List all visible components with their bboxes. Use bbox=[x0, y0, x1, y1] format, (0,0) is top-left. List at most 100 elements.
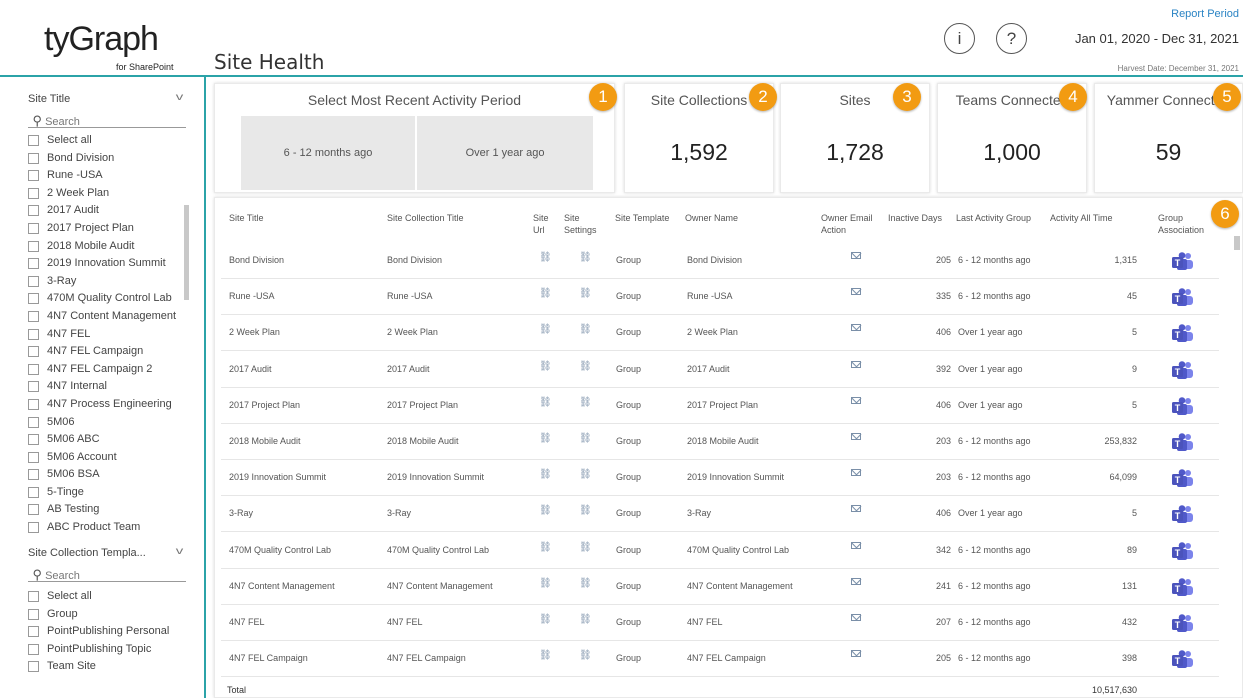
slicer-option[interactable]: 4N7 Process Engineering bbox=[28, 396, 186, 414]
checkbox[interactable] bbox=[28, 293, 39, 305]
slicer-option[interactable]: 4N7 Internal bbox=[28, 378, 186, 396]
table-row[interactable]: Bond Division Bond Division Group Bond Divi… bbox=[221, 244, 1219, 279]
site-settings-link-icon[interactable]: ⛓ bbox=[579, 614, 592, 625]
col-header-group-association[interactable]: Group Association bbox=[1158, 212, 1213, 236]
site-settings-link-icon[interactable]: ⛓ bbox=[579, 433, 592, 444]
checkbox[interactable] bbox=[28, 416, 39, 428]
slicer-option[interactable]: 4N7 FEL Campaign bbox=[28, 343, 186, 361]
slicer-option[interactable]: ABC Product Team bbox=[28, 519, 186, 537]
checkbox[interactable] bbox=[28, 469, 39, 481]
table-row[interactable]: 2018 Mobile Audit 2018 Mobile Audit Group 2… bbox=[221, 425, 1219, 460]
slicer-option[interactable]: 4N7 FEL Campaign 2 bbox=[28, 361, 186, 379]
site-url-link-icon[interactable]: ⛓ bbox=[539, 288, 552, 299]
email-icon[interactable] bbox=[851, 541, 861, 549]
checkbox[interactable] bbox=[28, 661, 39, 673]
checkbox[interactable] bbox=[28, 522, 39, 534]
table-row[interactable]: 470M Quality Control Lab 470M Quality Con… bbox=[221, 534, 1219, 569]
site-settings-link-icon[interactable]: ⛓ bbox=[579, 397, 592, 408]
checkbox[interactable] bbox=[28, 626, 39, 638]
slicer-option[interactable]: 5M06 BSA bbox=[28, 466, 186, 484]
slicer-option[interactable]: 2017 Project Plan bbox=[28, 220, 186, 238]
period-over-year-button[interactable]: Over 1 year ago bbox=[417, 116, 593, 190]
site-settings-link-icon[interactable]: ⛓ bbox=[579, 324, 592, 335]
checkbox[interactable] bbox=[28, 240, 39, 252]
table-row[interactable]: 3-Ray 3-Ray Group 3-Ray Over 1 year ago 406 5 ⛓… bbox=[221, 497, 1219, 533]
slicer-option[interactable]: 2017 Audit bbox=[28, 202, 186, 220]
email-icon[interactable] bbox=[851, 505, 861, 513]
checkbox[interactable] bbox=[28, 398, 39, 410]
template-slicer-header[interactable]: Site Collection Templa... v bbox=[28, 546, 186, 563]
slicer-option[interactable]: 2019 Innovation Summit bbox=[28, 255, 186, 273]
table-row[interactable]: 2017 Project Plan 2017 Project Plan Group 2… bbox=[221, 389, 1219, 424]
table-row[interactable]: 2 Week Plan 2 Week Plan Group 2 Week Plan Ov… bbox=[221, 316, 1219, 352]
col-header-last-activity-group[interactable]: Last Activity Group bbox=[956, 212, 1031, 224]
col-header-owner-name[interactable]: Owner Name bbox=[685, 212, 738, 224]
slicer-option[interactable]: AB Testing bbox=[28, 501, 186, 519]
table-row[interactable]: 4N7 Content Management 4N7 Content Manage… bbox=[221, 570, 1219, 605]
checkbox[interactable] bbox=[28, 591, 39, 602]
site-settings-link-icon[interactable]: ⛓ bbox=[579, 578, 592, 589]
site-url-link-icon[interactable]: ⛓ bbox=[539, 614, 552, 625]
col-header-site-title[interactable]: Site Title bbox=[229, 212, 264, 224]
site-url-link-icon[interactable]: ⛓ bbox=[539, 650, 552, 661]
checkbox[interactable] bbox=[28, 643, 39, 655]
slicer-option[interactable]: 5-Tinge bbox=[28, 484, 186, 502]
col-header-site-template[interactable]: Site Template bbox=[615, 212, 669, 224]
col-header-site-url[interactable]: Site Url bbox=[533, 212, 555, 236]
checkbox[interactable] bbox=[28, 205, 39, 217]
col-header-owner-email[interactable]: Owner Email Action bbox=[821, 212, 883, 236]
col-header-site-settings[interactable]: Site Settings bbox=[564, 212, 600, 236]
slicer-option[interactable]: 2018 Mobile Audit bbox=[28, 238, 186, 256]
table-row[interactable]: 2017 Audit 2017 Audit Group 2017 Audit Over … bbox=[221, 353, 1219, 388]
email-icon[interactable] bbox=[851, 252, 861, 259]
site-url-link-icon[interactable]: ⛓ bbox=[539, 505, 552, 516]
slicer-option[interactable]: Select all bbox=[28, 588, 186, 606]
site-url-link-icon[interactable]: ⛓ bbox=[539, 542, 552, 553]
checkbox[interactable] bbox=[28, 346, 39, 358]
info-button[interactable]: i bbox=[944, 23, 975, 54]
slicer-option[interactable]: 5M06 Account bbox=[28, 449, 186, 467]
slicer-scrollbar[interactable] bbox=[184, 205, 189, 300]
site-settings-link-icon[interactable]: ⛓ bbox=[579, 469, 592, 480]
site-url-link-icon[interactable]: ⛓ bbox=[539, 578, 552, 589]
site-settings-link-icon[interactable]: ⛓ bbox=[579, 361, 592, 372]
slicer-option[interactable]: 4N7 FEL bbox=[28, 326, 186, 344]
table-row[interactable]: 4N7 FEL 4N7 FEL Group 4N7 FEL 6 - 12 months … bbox=[221, 606, 1219, 641]
table-row[interactable]: 2019 Innovation Summit 2019 Innovation Su… bbox=[221, 461, 1219, 497]
email-icon[interactable] bbox=[851, 650, 861, 658]
checkbox[interactable] bbox=[28, 381, 39, 393]
checkbox[interactable] bbox=[28, 486, 39, 498]
col-header-activity-all-time[interactable]: Activity All Time bbox=[1050, 212, 1113, 224]
table-row[interactable]: 4N7 FEL Campaign 4N7 FEL Campaign Group 4N7… bbox=[221, 642, 1219, 678]
col-header-inactive-days[interactable]: Inactive Days bbox=[888, 212, 942, 224]
chevron-down-icon[interactable]: v bbox=[176, 546, 184, 557]
email-icon[interactable] bbox=[851, 469, 861, 477]
slicer-option[interactable]: Bond Division bbox=[28, 150, 186, 168]
slicer-option[interactable]: 470M Quality Control Lab bbox=[28, 290, 186, 308]
checkbox[interactable] bbox=[28, 434, 39, 446]
site-title-slicer-header[interactable]: Site Title v bbox=[28, 92, 186, 109]
col-header-collection-title[interactable]: Site Collection Title bbox=[387, 212, 464, 224]
checkbox[interactable] bbox=[28, 170, 39, 182]
slicer-option[interactable]: 5M06 ABC bbox=[28, 431, 186, 449]
slicer-option[interactable]: PointPublishing Personal bbox=[28, 623, 186, 641]
email-icon[interactable] bbox=[851, 433, 861, 440]
slicer-option[interactable]: Group bbox=[28, 606, 186, 624]
site-settings-link-icon[interactable]: ⛓ bbox=[579, 288, 592, 299]
help-button[interactable]: ? bbox=[996, 23, 1027, 54]
site-settings-link-icon[interactable]: ⛓ bbox=[579, 650, 592, 661]
checkbox[interactable] bbox=[28, 328, 39, 340]
site-settings-link-icon[interactable]: ⛓ bbox=[579, 505, 592, 516]
slicer-option[interactable]: 3-Ray bbox=[28, 273, 186, 291]
email-icon[interactable] bbox=[851, 396, 861, 404]
checkbox[interactable] bbox=[28, 363, 39, 375]
site-url-link-icon[interactable]: ⛓ bbox=[539, 252, 552, 263]
email-icon[interactable] bbox=[851, 577, 861, 585]
checkbox[interactable] bbox=[28, 310, 39, 322]
checkbox[interactable] bbox=[28, 187, 39, 199]
table-row[interactable]: Rune -USA Rune -USA Group Rune -USA 6 - 12 m… bbox=[221, 280, 1219, 316]
checkbox[interactable] bbox=[28, 135, 39, 146]
site-settings-link-icon[interactable]: ⛓ bbox=[579, 252, 592, 263]
slicer-option[interactable]: Rune -USA bbox=[28, 167, 186, 185]
email-icon[interactable] bbox=[851, 614, 861, 621]
